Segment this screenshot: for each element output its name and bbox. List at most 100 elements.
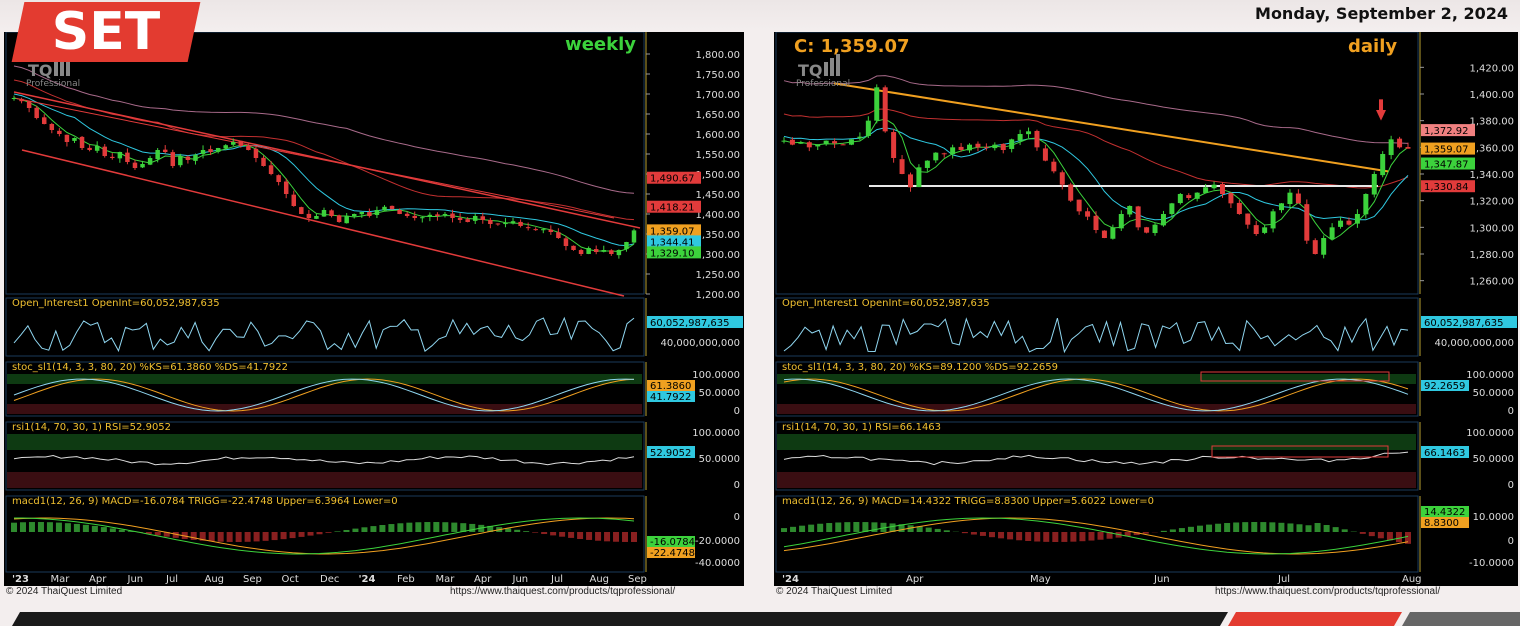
candle-body [1051,161,1057,172]
footer-stripe-gray [1402,612,1520,626]
candle-body [1194,192,1200,199]
candle-body [1304,204,1310,241]
daily-chart-panel: 1,420.00 1,400.00 1,380.00 1,360.00 1,340.00… [774,32,1518,586]
timeframe-label: daily [1348,36,1397,57]
rsi-axis-label: 50.0000 [1473,454,1514,465]
red-arrow-icon [1376,110,1386,121]
candle-body [525,227,531,229]
candle-body [140,164,145,168]
red-arrow-stem [1379,99,1383,110]
candle-body [336,215,342,222]
time-axis-label: Mar [436,574,456,585]
stoch-axis-label: 100.0000 [1466,370,1514,381]
macd-histogram-bar [835,522,842,532]
price-axis-label: 1,400.00 [695,210,740,221]
macd-axis-label: -40.0000 [695,558,740,569]
macd-histogram-bar [1197,525,1203,532]
candle-body [1346,220,1352,225]
candle-body [26,101,32,108]
candle-body [503,222,508,225]
oi-line [783,317,1409,354]
macd-histogram-bar [55,522,62,532]
candle-body [299,207,304,214]
macd-histogram-bar [1169,529,1176,532]
candle-body [1388,139,1394,156]
macd-histogram-bar [370,526,377,532]
candle-body [79,136,85,148]
candle-body [404,213,410,216]
candle-body [1287,192,1293,205]
macd-histogram-bar [11,522,17,532]
macd-histogram-bar [853,522,860,532]
macd-histogram-bar [613,532,620,542]
macd-histogram-bar [622,532,629,542]
macd-histogram-bar [1386,532,1393,541]
rsi-value-label: 52.9052 [650,448,691,459]
candle-body [1042,148,1048,161]
candle-body [571,245,576,250]
macd-histogram-bar [532,532,539,533]
price-axis-label: 1,380.00 [1469,117,1514,128]
macd-histogram-bar [64,523,71,532]
rsi-axis-label: 100.0000 [1466,428,1514,439]
candle-body [975,143,981,148]
macd-histogram-bar [343,529,350,532]
candle-body [548,229,554,232]
candle-body [1295,193,1301,204]
candle-body [208,149,213,152]
candle-body [1009,139,1015,149]
macd-histogram-bar [1305,525,1312,532]
candle-body [87,147,92,150]
candle-body [510,221,516,224]
macd-histogram-bar [568,532,575,538]
macd-histogram-bar [1296,524,1303,532]
candle-body [344,216,349,224]
macd-histogram-bar [334,531,341,532]
candle-body [992,144,998,149]
macd-histogram-bar [1224,523,1231,532]
candle-body [276,175,281,182]
macd-histogram-bar [1097,532,1104,540]
candle-body [480,216,486,220]
price-value-label: 1,418.21 [650,203,695,214]
copyright-right: © 2024 ThaiQuest Limited [776,586,893,597]
candle-body [215,148,221,152]
macd-histogram-bar [595,532,602,541]
macd-histogram-bar [1242,522,1249,532]
macd-histogram-bar [289,532,296,539]
oi-title: Open_Interest1 OpenInt=60,052,987,635 [782,298,990,309]
macd-histogram-bar [37,522,44,532]
price-axis-label: 1,350.00 [695,230,740,241]
price-axis-label: 1,700.00 [695,90,740,101]
url-right[interactable]: https://www.thaiquest.com/products/tqpro… [1215,586,1440,598]
macd-axis-label: 10.0000 [1473,512,1514,523]
macd-signal-line [783,517,1409,555]
price-axis-label: 1,800.00 [695,50,740,61]
candle-body [374,210,380,215]
set-logo: SET [11,2,201,62]
oi-title: Open_Interest1 OpenInt=60,052,987,635 [12,298,220,309]
macd-histogram-bar [790,526,797,532]
candle-body [781,140,787,142]
macd-histogram-bar [808,524,815,532]
pane-frame-price [5,32,645,295]
macd-histogram-bar [1314,523,1321,532]
candle-body [223,145,228,149]
macd-axis-label: 0 [1508,536,1514,547]
price-axis-label: 1,300.00 [1469,223,1514,234]
time-axis-label: '24 [359,574,376,585]
time-axis-label: Aug [1402,574,1422,585]
macd-histogram-bar [1278,522,1285,532]
candle-body [586,248,591,254]
rsi-axis-label: 100.0000 [692,428,740,439]
rsi-value-label: 66.1463 [1424,448,1465,459]
weekly-chart-svg: 1,800.00 1,750.00 1,700.00 1,650.00 1,600.00… [5,32,743,585]
url-left[interactable]: https://www.thaiquest.com/products/tqpro… [450,586,675,598]
macd-histogram-bar [826,523,833,532]
macd-histogram-bar [100,527,107,532]
candle-body [132,162,138,168]
price-axis-label: 1,300.00 [695,250,740,261]
macd-histogram-bar [1341,529,1348,532]
price-axis-label: 1,550.00 [695,150,740,161]
price-value-label: 1,330.84 [1424,182,1469,193]
